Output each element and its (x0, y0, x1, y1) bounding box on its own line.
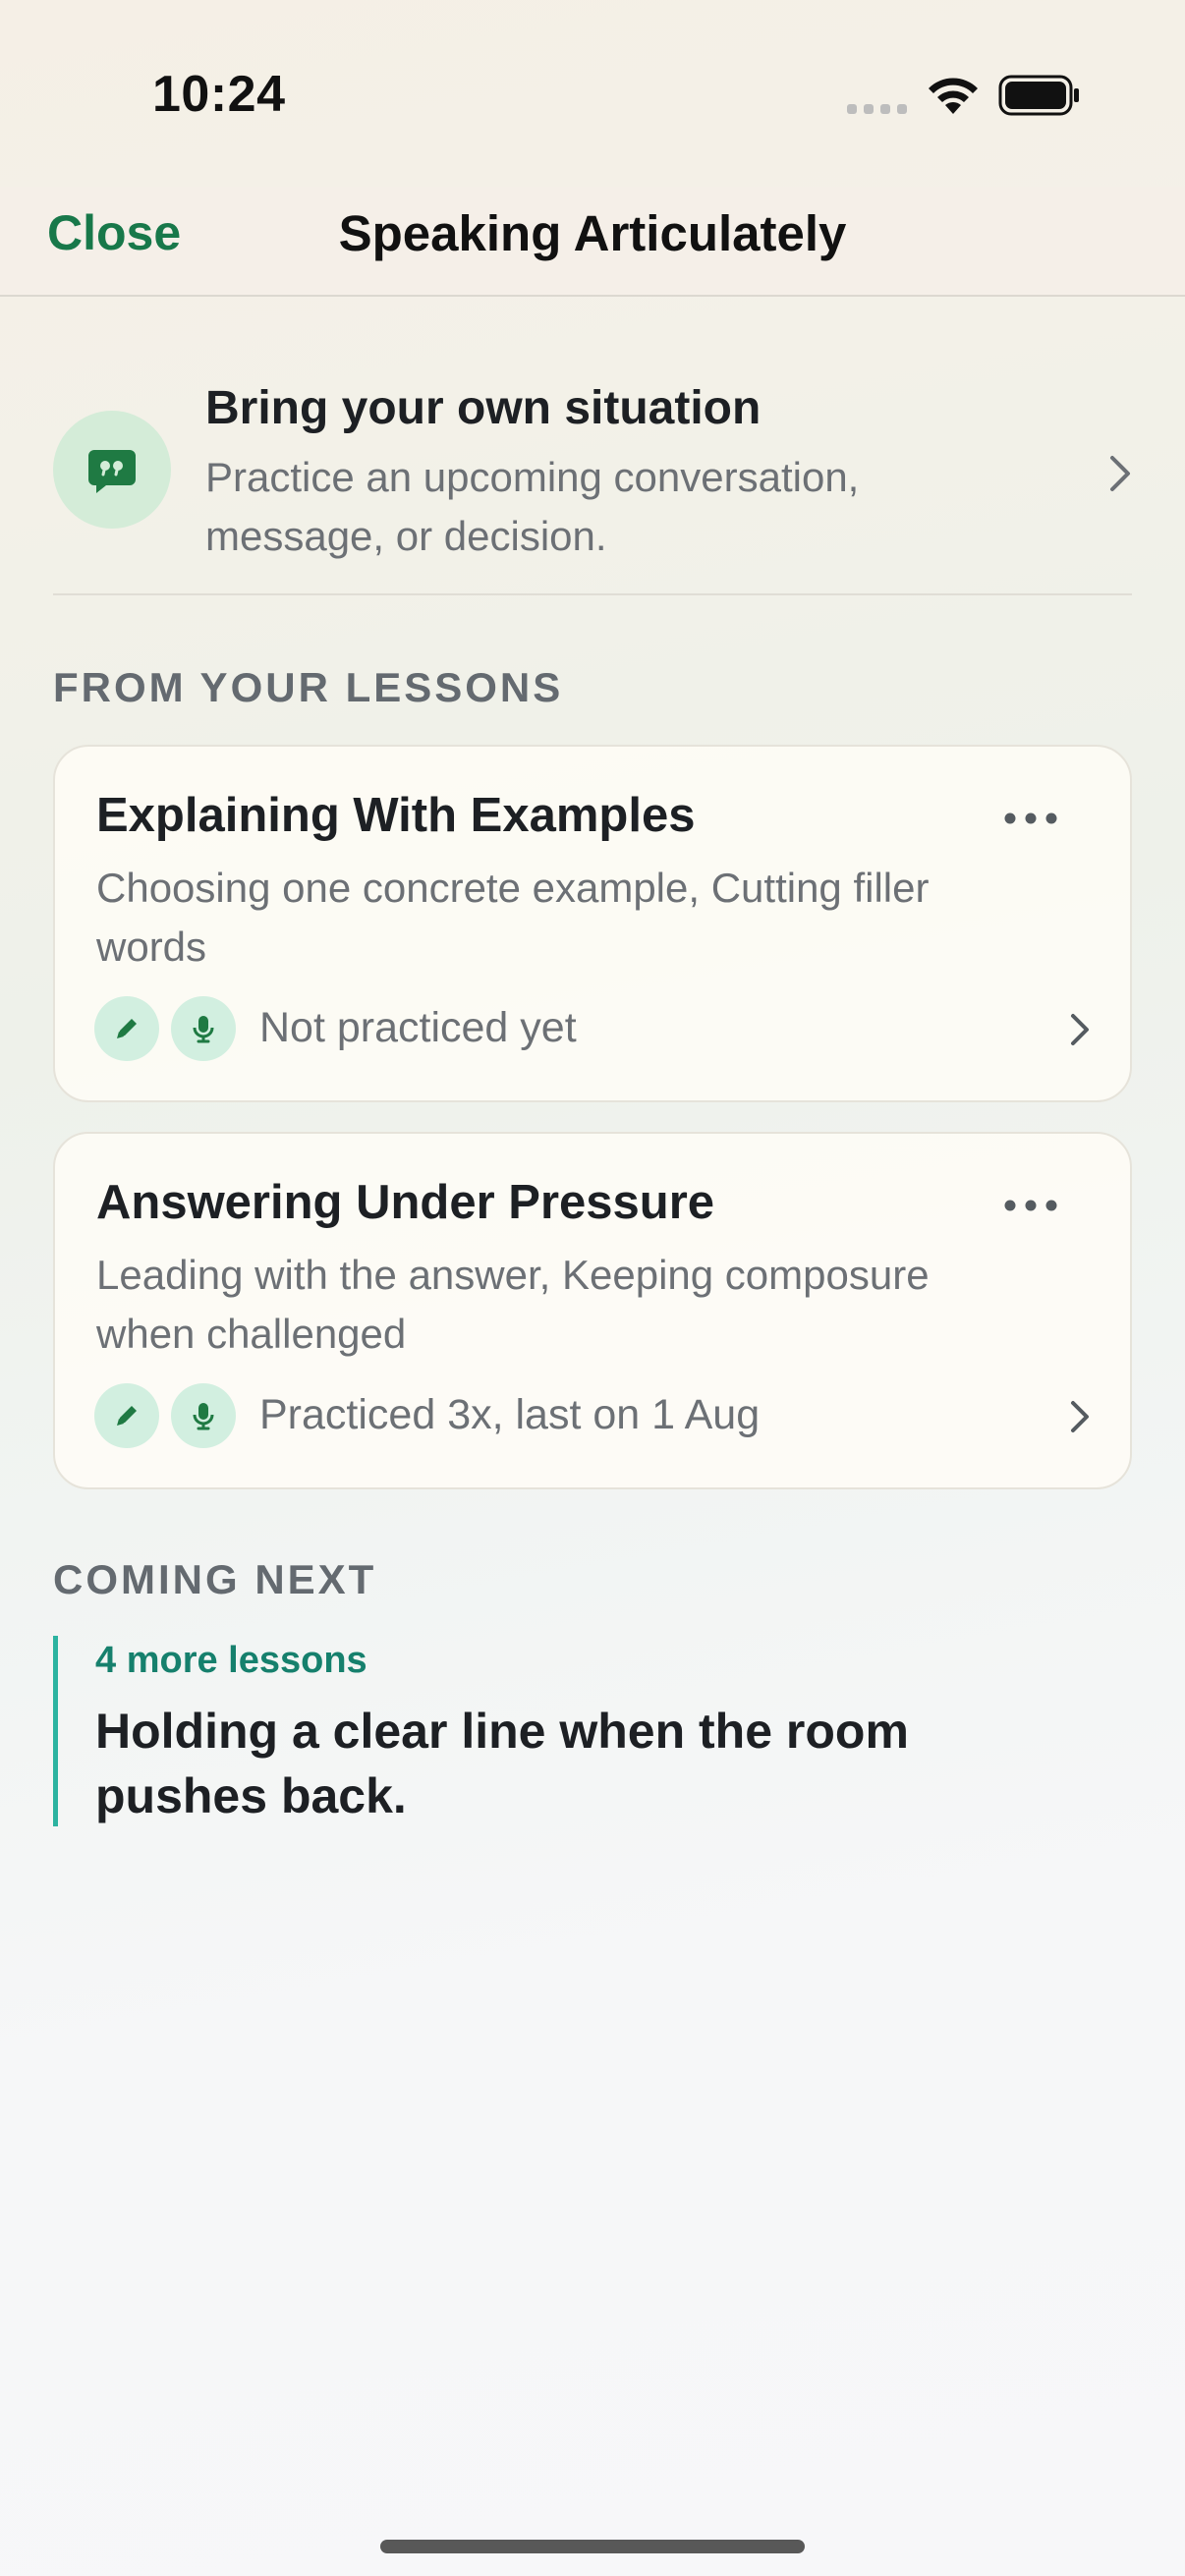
from-lessons-header: FROM YOUR LESSONS (53, 664, 564, 710)
pencil-icon (117, 1406, 137, 1426)
lesson-card[interactable]: Answering Under Pressure Leading with th… (53, 1132, 1132, 1489)
more-lessons-count: 4 more lessons (95, 1640, 367, 1681)
pencil-icon (117, 1019, 137, 1038)
quote-bubble-avatar (53, 411, 171, 529)
microphone-icon (193, 1403, 214, 1430)
coming-next-text: Holding a clear line when the room pushe… (95, 1704, 909, 1823)
bring-own-situation-row[interactable]: Bring your own situation Practice an upc… (53, 373, 1132, 595)
close-button[interactable]: Close (47, 204, 181, 261)
quote-bubble-icon (88, 450, 136, 493)
nav-bar: Speaking Articulately Close (0, 187, 1185, 297)
lesson-title: Explaining With Examples (96, 789, 696, 842)
wifi-icon (929, 78, 978, 114)
bring-own-description: Practice an upcoming conversation, messa… (205, 454, 860, 559)
cellular-signal-icon (847, 104, 907, 114)
lesson-title: Answering Under Pressure (96, 1176, 715, 1229)
writing-badge (94, 1383, 159, 1448)
practice-status: Not practiced yet (259, 1004, 577, 1051)
practice-status: Practiced 3x, last on 1 Aug (259, 1391, 761, 1438)
bring-own-title: Bring your own situation (205, 382, 762, 434)
lesson-card[interactable]: Explaining With Examples Choosing one co… (53, 745, 1132, 1102)
more-options-icon[interactable] (1003, 1199, 1058, 1212)
microphone-icon (193, 1016, 214, 1043)
more-options-icon[interactable] (1003, 812, 1058, 825)
home-indicator[interactable] (380, 2540, 805, 2553)
coming-next-header: COMING NEXT (53, 1556, 377, 1602)
chevron-right-icon (1071, 1014, 1089, 1045)
status-bar: 10:24 (0, 0, 1185, 187)
chevron-right-icon (1071, 1401, 1089, 1432)
battery-icon (998, 75, 1079, 116)
speaking-badge (171, 996, 236, 1061)
lesson-description: Leading with the answer, Keeping composu… (96, 1252, 930, 1357)
speaking-badge (171, 1383, 236, 1448)
writing-badge (94, 996, 159, 1061)
chevron-right-icon (1110, 456, 1130, 491)
lesson-description: Choosing one concrete example, Cutting f… (96, 865, 930, 970)
coming-next-block: 4 more lessons Holding a clear line when… (53, 1636, 1036, 1826)
status-time: 10:24 (152, 66, 286, 123)
